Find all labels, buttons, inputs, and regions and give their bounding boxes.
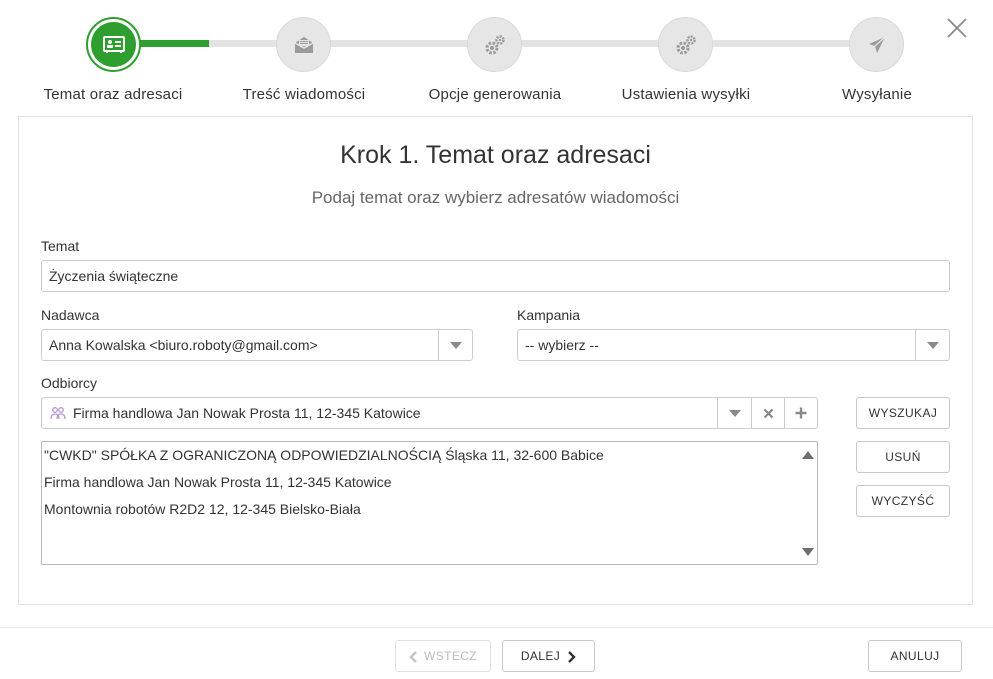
recipient-dropdown-button[interactable] (717, 398, 751, 428)
chevron-left-icon (409, 650, 417, 663)
step-circle (849, 17, 904, 72)
step-circle (276, 17, 331, 72)
step-label: Opcje generowania (428, 86, 562, 103)
step-circle (467, 17, 522, 72)
next-button[interactable]: DALEJ (502, 640, 595, 672)
step-label: Ustawienia wysyłki (621, 86, 751, 103)
plus-icon (795, 407, 807, 419)
step-label: Temat oraz adresaci (43, 86, 183, 103)
cancel-button[interactable]: ANULUJ (868, 640, 962, 672)
chevron-up-icon (802, 451, 814, 459)
recipient-value: Firma handlowa Jan Nowak Prosta 11, 12-3… (73, 405, 421, 421)
envelope-icon (294, 36, 313, 53)
recipient-clear-button[interactable] (751, 398, 784, 428)
recipients-label: Odbiorcy (41, 375, 98, 391)
chevron-right-icon (568, 650, 576, 663)
scroll-down-button[interactable] (802, 547, 814, 557)
remove-button[interactable]: USUŃ (856, 441, 950, 473)
chevron-down-icon (926, 341, 939, 349)
next-label: DALEJ (520, 649, 561, 663)
clear-button[interactable]: WYCZYŚĆ (856, 485, 950, 517)
step-label: Wysyłanie (841, 86, 913, 103)
list-item[interactable]: "CWKD" SPÓŁKA Z OGRANICZONĄ ODPOWIEDZIAL… (44, 447, 604, 463)
campaign-dropdown-button[interactable] (915, 330, 949, 360)
search-button[interactable]: WYSZUKAJ (856, 397, 950, 429)
recipients-listbox[interactable]: "CWKD" SPÓŁKA Z OGRANICZONĄ ODPOWIEDZIAL… (41, 441, 818, 565)
subject-label: Temat (41, 238, 80, 254)
wizard-steps: Temat oraz adresaci Treść wiadomości Opc… (0, 0, 993, 116)
sender-label: Nadawca (41, 307, 100, 323)
chevron-down-icon (802, 548, 814, 556)
contact-card-icon (102, 35, 125, 53)
people-icon (50, 407, 66, 420)
recipient-add-button[interactable] (784, 398, 817, 428)
campaign-value: -- wybierz -- (525, 337, 599, 353)
sender-select[interactable]: Anna Kowalska <biuro.roboty@gmail.com> (41, 329, 473, 361)
step-circle-active (86, 17, 141, 72)
gears-icon (485, 34, 505, 54)
back-label: WSTECZ (423, 649, 478, 663)
sender-value: Anna Kowalska <biuro.roboty@gmail.com> (49, 337, 318, 353)
paper-plane-icon (868, 36, 885, 53)
list-item[interactable]: Firma handlowa Jan Nowak Prosta 11, 12-3… (44, 474, 392, 490)
step-circle (658, 17, 713, 72)
page-title: Krok 1. Temat oraz adresaci (340, 141, 651, 169)
step-label: Treść wiadomości (242, 86, 366, 103)
campaign-label: Kampania (517, 307, 581, 323)
footer-divider (0, 627, 993, 628)
chevron-down-icon (449, 341, 462, 349)
page-subtitle: Podaj temat oraz wybierz adresatów wiado… (311, 188, 680, 207)
scroll-up-button[interactable] (802, 450, 814, 460)
chevron-down-icon (728, 409, 741, 417)
list-item[interactable]: Montownia robotów R2D2 12, 12-345 Bielsk… (44, 501, 361, 517)
step-panel: Krok 1. Temat oraz adresaci Podaj temat … (18, 116, 973, 605)
back-button[interactable]: WSTECZ (395, 640, 491, 672)
recipient-select[interactable]: Firma handlowa Jan Nowak Prosta 11, 12-3… (41, 397, 818, 429)
close-icon[interactable] (945, 16, 969, 40)
gears-icon (676, 34, 696, 54)
close-icon (763, 408, 773, 418)
campaign-select[interactable]: -- wybierz -- (517, 329, 950, 361)
subject-input[interactable]: Życzenia świąteczne (41, 260, 950, 292)
sender-dropdown-button[interactable] (438, 330, 472, 360)
